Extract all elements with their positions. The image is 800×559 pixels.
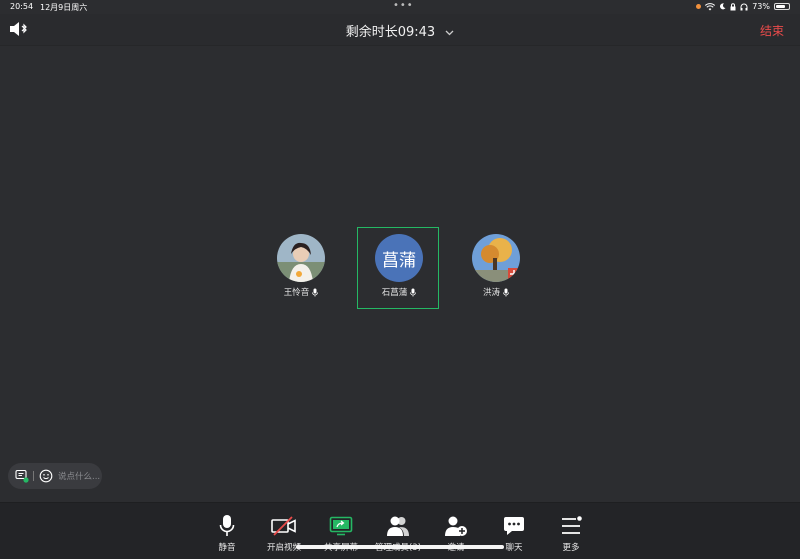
chat-toggle-icon[interactable] — [15, 469, 29, 483]
lock-icon — [730, 2, 736, 10]
participant-avatar — [472, 234, 520, 282]
participant-name-row: 洪涛 — [454, 286, 538, 298]
more-label: 更多 — [562, 543, 580, 553]
mute-button[interactable]: 静音 — [199, 513, 255, 553]
status-date: 12月9日周六 — [40, 3, 88, 12]
status-bar: 20:54 12月9日周六 ••• 73% — [0, 0, 800, 14]
add-user-icon — [445, 516, 467, 536]
status-icons: 73% — [696, 2, 790, 11]
home-indicator[interactable] — [296, 545, 504, 549]
battery-fill — [776, 5, 785, 8]
mute-label: 静音 — [218, 543, 236, 553]
participant-tile[interactable]: 洪涛 — [454, 234, 538, 298]
chevron-down-icon — [445, 30, 454, 35]
participant-name: 王怜音 — [283, 288, 310, 298]
meeting-toolbar: 静音 开启视频 共享屏幕 — [0, 502, 800, 559]
share-screen-icon — [329, 516, 353, 536]
video-stage: 王怜音 菖蒲 石菖蒲 洪涛 说点什么... — [0, 46, 800, 502]
pill-divider — [33, 471, 34, 481]
participant-tile[interactable]: 菖蒲 石菖蒲 — [357, 234, 441, 298]
members-icon — [387, 516, 409, 536]
more-button[interactable]: 更多 — [543, 513, 599, 553]
avatar-photo — [472, 234, 520, 282]
video-off-icon — [271, 516, 296, 536]
participant-tile[interactable]: 王怜音 — [259, 234, 343, 298]
more-menu-icon — [562, 516, 582, 534]
participant-name-row: 石菖蒲 — [357, 286, 441, 298]
moon-icon — [720, 3, 726, 10]
chat-bubble-icon — [504, 517, 524, 535]
remaining-time: 剩余时长09:43 — [345, 25, 436, 40]
chat-input-pill[interactable]: 说点什么... — [8, 463, 102, 489]
microphone-icon — [312, 288, 319, 296]
wifi-icon — [705, 2, 716, 10]
headphones-icon — [740, 3, 748, 10]
participant-avatar: 菖蒲 — [375, 234, 423, 282]
microphone-icon — [503, 288, 509, 296]
battery-icon — [774, 3, 790, 10]
battery-percent: 73% — [752, 2, 770, 11]
meeting-time-title[interactable]: 剩余时长09:43 — [0, 21, 800, 40]
participant-name: 石菖蒲 — [381, 288, 408, 298]
orange-dot-icon — [696, 4, 702, 9]
avatar-photo — [277, 234, 325, 282]
microphone-icon — [410, 288, 417, 296]
microphone-icon — [219, 515, 235, 536]
status-time: 20:54 — [10, 2, 34, 11]
end-meeting-button[interactable]: 结束 — [760, 22, 784, 39]
chat-placeholder[interactable]: 说点什么... — [58, 470, 100, 482]
multitasking-dots[interactable]: ••• — [393, 0, 414, 11]
emoji-icon[interactable] — [39, 469, 53, 483]
participant-name: 洪涛 — [482, 288, 500, 298]
participant-name-row: 王怜音 — [259, 286, 343, 298]
meeting-top-bar: 剩余时长09:43 结束 — [0, 14, 800, 46]
participant-avatar — [277, 234, 325, 282]
